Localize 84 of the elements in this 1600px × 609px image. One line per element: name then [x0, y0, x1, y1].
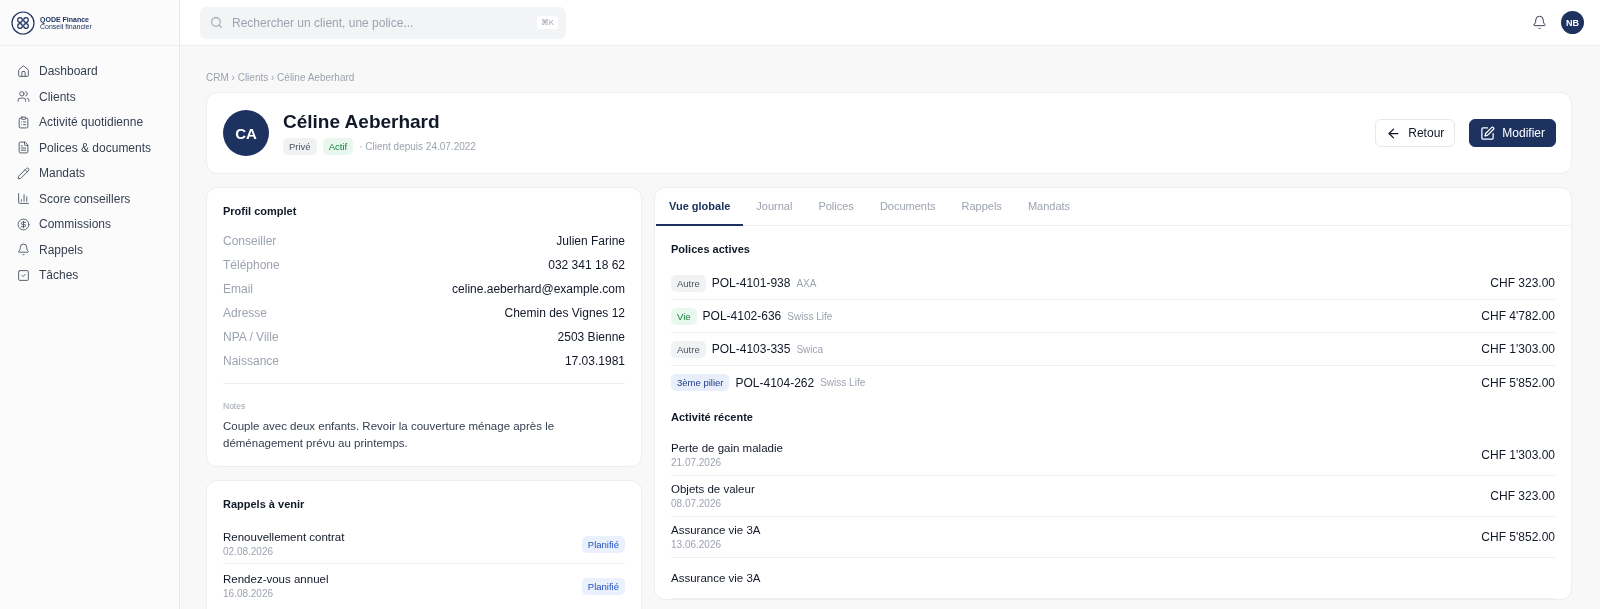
field-label: Naissance [223, 354, 280, 368]
shortcut-hint: ⌘K [536, 16, 558, 29]
policy-type-tag: Autre [671, 340, 706, 358]
insurer-name: Swiss Life [787, 310, 833, 322]
field-label: Adresse [223, 306, 268, 320]
field-label: Conseiller [223, 234, 277, 248]
notes-label: Notes [223, 401, 246, 411]
sidebar-item[interactable]: Mandats [8, 161, 171, 186]
activity-date: 21.07.2026 [671, 457, 723, 468]
activity-title: Assurance vie 3A [671, 524, 761, 536]
field-label: NPA / Ville [223, 330, 279, 344]
activity-title: Objets de valeur [671, 483, 755, 495]
client-tag: Privé [283, 138, 317, 155]
notes-text: Couple avec deux enfants. Revoir la couverture ménage après le déménagement prévu au printemps. [223, 419, 556, 451]
client-avatar: CA [223, 110, 269, 156]
back-button[interactable]: Retour [1375, 119, 1456, 147]
sidebar-item[interactable]: Score conseillers [8, 186, 171, 211]
insurer-name: AXA [796, 277, 817, 289]
section-title: Polices actives [671, 243, 751, 255]
field-value: 17.03.1981 [564, 354, 625, 368]
status-tag: Planifié [581, 577, 625, 595]
search-icon [210, 16, 223, 29]
reminder-date: 02.08.2026 [223, 546, 275, 557]
logo-icon [11, 10, 35, 35]
sidebar-item[interactable]: Activité quotidienne [8, 110, 171, 135]
field-label: Téléphone [223, 258, 280, 272]
home-icon [17, 64, 30, 78]
insurer-name: Swiss Life [820, 377, 866, 388]
card-title: Rappels à venir [223, 498, 306, 510]
policy-number: POL-4103-335 [711, 342, 791, 356]
notification-bell-icon[interactable] [1532, 15, 1547, 30]
policy-amount: CHF 323.00 [1490, 276, 1555, 290]
policy-number: POL-4104-262 [735, 375, 815, 390]
client-tag: Actif [322, 138, 354, 155]
policy-number: POL-4102-636 [702, 309, 782, 323]
sidebar-item[interactable]: Rappels [8, 237, 171, 262]
status-tag: Planifié [581, 535, 625, 553]
reminder-title: Renouvellement contrat [223, 531, 345, 543]
user-avatar[interactable]: NB [1561, 11, 1584, 34]
clipboard-icon [17, 115, 30, 129]
section-title: Activité récente [671, 411, 754, 423]
sidebar-item[interactable]: Dashboard [8, 59, 171, 84]
field-value: 032 341 18 62 [548, 258, 625, 272]
bar-chart-icon [17, 192, 30, 206]
pencil-icon [17, 166, 30, 180]
reminder-title: Rendez-vous annuel [223, 573, 329, 585]
edit-button[interactable]: Modifier [1469, 119, 1556, 147]
sidebar-item[interactable]: Tâches [8, 263, 171, 288]
bell-icon [17, 243, 30, 257]
activity-amount: CHF 323.00 [1490, 489, 1555, 503]
client-name: Céline Aeberhard [283, 111, 441, 133]
activity-date: 08.07.2026 [671, 498, 723, 509]
field-label: Email [223, 282, 253, 296]
activity-title: Perte de gain maladie [671, 442, 783, 454]
breadcrumb: CRM › Clients › Céline Aeberhard [206, 72, 356, 83]
policy-amount: CHF 5'852.00 [1481, 375, 1555, 390]
tab[interactable]: Vue globale [656, 188, 744, 226]
edit-icon [1480, 125, 1496, 141]
policy-type-tag: Vie [671, 307, 697, 325]
field-value: celine.aeberhard@example.com [452, 282, 625, 296]
policy-type-tag: 3ème pilier [671, 374, 730, 391]
field-value: 2503 Bienne [557, 330, 625, 344]
activity-amount: CHF 5'852.00 [1481, 530, 1555, 544]
policy-amount: CHF 4'782.00 [1481, 309, 1555, 323]
dollar-icon [17, 217, 30, 231]
sidebar-item[interactable]: Clients [8, 84, 171, 109]
insurer-name: Swica [796, 343, 824, 355]
sidebar-item[interactable]: Commissions [8, 212, 171, 237]
policy-type-tag: Autre [671, 274, 706, 292]
activity-amount: CHF 1'303.00 [1481, 448, 1555, 462]
sidebar-item[interactable]: Polices & documents [8, 135, 171, 160]
users-icon [17, 90, 30, 104]
policy-amount: CHF 1'303.00 [1481, 342, 1555, 356]
client-since: · Client depuis 24.07.2022 [359, 141, 476, 152]
activity-title: Assurance vie 3A [671, 572, 761, 584]
reminder-date: 16.08.2026 [223, 588, 275, 599]
activity-date: 13.06.2026 [671, 539, 723, 550]
search-input[interactable]: Rechercher un client, une police... [230, 14, 530, 31]
field-value: Chemin des Vignes 12 [504, 306, 625, 320]
checkbox-icon [17, 268, 30, 282]
policy-number: POL-4101-938 [711, 276, 791, 290]
field-value: Julien Farine [556, 234, 625, 248]
card-title: Profil complet [223, 205, 298, 217]
document-icon [17, 141, 30, 155]
